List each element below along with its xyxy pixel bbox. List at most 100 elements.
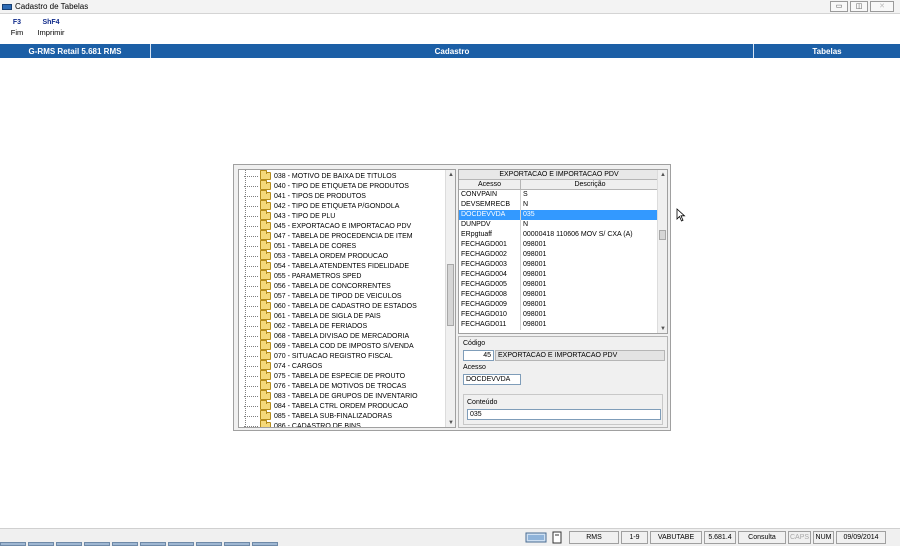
col-descricao-header[interactable]: Descrição xyxy=(521,180,659,189)
fkey-fim[interactable]: F3 Fim xyxy=(6,19,28,37)
document-icon xyxy=(552,531,562,544)
status-num: NUM xyxy=(813,531,834,544)
grid-row[interactable]: ERpgtuaff 00000418 110606 MOV S/ CXA (A) xyxy=(459,230,659,240)
close-button[interactable]: ✕ xyxy=(870,1,894,12)
grid-row[interactable]: FECHAGD005 098001 xyxy=(459,280,659,290)
tree-item-label: 043 - TIPO DE PLU xyxy=(274,212,336,220)
tree-item-label: 061 - TABELA DE SIGLA DE PAIS xyxy=(274,312,381,320)
conteudo-label: Conteúdo xyxy=(467,399,498,406)
scroll-up-arrow-icon[interactable]: ▲ xyxy=(446,170,455,179)
tree-item[interactable]: 040 - TIPO DE ETIQUETA DE PRODUTOS xyxy=(244,180,409,191)
tree-item[interactable]: 042 - TIPO DE ETIQUETA P/GONDOLA xyxy=(244,200,399,211)
codigo-field[interactable]: 45 xyxy=(463,350,494,361)
taskbar-button[interactable] xyxy=(0,542,26,546)
tree-item[interactable]: 054 - TABELA ATENDENTES FIDELIDADE xyxy=(244,260,409,271)
folder-icon xyxy=(260,230,271,240)
tree-item[interactable]: 057 - TABELA DE TIPOD DE VEICULOS xyxy=(244,290,402,301)
grid-row[interactable]: CONVPAIN S xyxy=(459,190,659,200)
scroll-thumb[interactable] xyxy=(447,264,454,326)
cell-descricao: 098001 xyxy=(523,301,547,308)
taskbar-button[interactable] xyxy=(196,542,222,546)
tree-item[interactable]: 060 - TABELA DE CADASTRO DE ESTADOS xyxy=(244,300,417,311)
grid-row[interactable]: FECHAGD002 098001 xyxy=(459,250,659,260)
tree-item-label: 041 - TIPOS DE PRODUTOS xyxy=(274,192,366,200)
cell-descricao: 098001 xyxy=(523,261,547,268)
conteudo-field[interactable]: 035 xyxy=(467,409,661,420)
tables-tree[interactable]: 038 - MOTIVO DE BAIXA DE TITULOS 040 - TI… xyxy=(238,169,456,428)
tree-item[interactable]: 043 - TIPO DE PLU xyxy=(244,210,336,221)
cell-acesso: DUNPDV xyxy=(459,220,521,230)
tree-item-label: 075 - TABELA DE ESPECIE DE PROUTO xyxy=(274,372,406,380)
status-page: 1-9 xyxy=(621,531,648,544)
scroll-down-arrow-icon[interactable]: ▼ xyxy=(446,418,455,427)
tree-item[interactable]: 069 - TABELA COD DE IMPOSTO S/VENDA xyxy=(244,340,414,351)
header-system: G-RMS Retail 5.681 RMS xyxy=(0,44,151,58)
tree-item-label: 038 - MOTIVO DE BAIXA DE TITULOS xyxy=(274,172,397,180)
grid-row[interactable]: FECHAGD004 098001 xyxy=(459,270,659,280)
taskbar-button[interactable] xyxy=(224,542,250,546)
grid-row[interactable]: DOCDEVVDA 035 xyxy=(459,210,659,220)
title-bar: Cadastro de Tabelas ▭ ◫ ✕ xyxy=(0,0,900,14)
tree-scrollbar[interactable]: ▲ ▼ xyxy=(445,170,455,427)
taskbar-button[interactable] xyxy=(140,542,166,546)
scroll-thumb[interactable] xyxy=(659,230,666,240)
tree-item[interactable]: 075 - TABELA DE ESPECIE DE PROUTO xyxy=(244,370,406,381)
taskbar-button[interactable] xyxy=(28,542,54,546)
codigo-description-field: EXPORTACAO E IMPORTACAO PDV xyxy=(495,350,665,361)
grid-row[interactable]: FECHAGD003 098001 xyxy=(459,260,659,270)
taskbar-button[interactable] xyxy=(56,542,82,546)
status-mode: Consulta xyxy=(738,531,786,544)
fkey-imprimir[interactable]: ShF4 Imprimir xyxy=(35,19,67,37)
keyboard-icon xyxy=(525,532,547,543)
col-acesso-header[interactable]: Acesso xyxy=(459,180,521,189)
grid-row[interactable]: DEVSEMRECB N xyxy=(459,200,659,210)
acesso-field[interactable]: DOCDEVVDA xyxy=(463,374,521,385)
tree-item[interactable]: 068 - TABELA DIVISAO DE MERCADORIA xyxy=(244,330,409,341)
taskbar-button[interactable] xyxy=(112,542,138,546)
grid-row[interactable]: FECHAGD011 098001 xyxy=(459,320,659,330)
cell-descricao: S xyxy=(523,191,528,198)
scroll-up-arrow-icon[interactable]: ▲ xyxy=(658,170,667,179)
folder-icon xyxy=(260,410,271,420)
taskbar-button[interactable] xyxy=(252,542,278,546)
taskbar-button[interactable] xyxy=(84,542,110,546)
grid-row[interactable]: FECHAGD008 098001 xyxy=(459,290,659,300)
tree-item[interactable]: 074 - CARGOS xyxy=(244,360,322,371)
tree-item[interactable]: 076 - TABELA DE MOTIVOS DE TROCAS xyxy=(244,380,406,391)
folder-icon xyxy=(260,250,271,260)
tree-connector xyxy=(244,425,258,427)
tree-item[interactable]: 084 - TABELA CTRL ORDEM PRODUCAO xyxy=(244,400,408,411)
grid-row[interactable]: DUNPDV N xyxy=(459,220,659,230)
tree-item[interactable]: 086 - CADASTRO DE BINS xyxy=(244,420,361,427)
cell-acesso: CONVPAIN xyxy=(459,190,521,200)
taskbar-button[interactable] xyxy=(168,542,194,546)
folder-icon xyxy=(260,300,271,310)
parameters-grid[interactable]: EXPORTACAO E IMPORTACAO PDV Acesso Descr… xyxy=(458,169,668,334)
scroll-down-arrow-icon[interactable]: ▼ xyxy=(658,324,667,333)
cell-acesso: FECHAGD011 xyxy=(459,320,521,330)
tree-item-label: 054 - TABELA ATENDENTES FIDELIDADE xyxy=(274,262,409,270)
tables-panel: 038 - MOTIVO DE BAIXA DE TITULOS 040 - TI… xyxy=(233,164,671,431)
grid-row[interactable]: FECHAGD001 098001 xyxy=(459,240,659,250)
cell-acesso: ERpgtuaff xyxy=(459,230,521,240)
mouse-cursor-icon xyxy=(676,208,686,222)
cell-acesso: FECHAGD009 xyxy=(459,300,521,310)
tree-connector xyxy=(244,335,258,337)
folder-icon xyxy=(260,390,271,400)
folder-icon xyxy=(260,220,271,230)
grid-scrollbar[interactable]: ▲ ▼ xyxy=(657,170,667,333)
status-date: 09/09/2014 xyxy=(836,531,886,544)
header-screen: Tabelas xyxy=(812,46,842,56)
grid-row[interactable]: FECHAGD010 098001 xyxy=(459,310,659,320)
restore-button[interactable]: ◫ xyxy=(850,1,868,12)
cell-descricao: N xyxy=(523,221,529,228)
module-header: G-RMS Retail 5.681 RMS Cadastro Tabelas xyxy=(0,44,900,58)
cell-descricao: N xyxy=(523,201,529,208)
tree-item[interactable]: 045 - EXPORTACAO E IMPORTACAO PDV xyxy=(244,220,411,231)
cell-acesso: FECHAGD008 xyxy=(459,290,521,300)
grid-row[interactable]: FECHAGD009 098001 xyxy=(459,300,659,310)
minimize-button[interactable]: ▭ xyxy=(830,1,848,12)
tree-item[interactable]: 083 - TABELA DE GRUPOS DE INVENTARIO xyxy=(244,390,418,401)
tree-item[interactable]: 047 - TABELA DE PROCEDENCIA DE ITEM xyxy=(244,230,413,241)
window-title: Cadastro de Tabelas xyxy=(15,2,89,11)
